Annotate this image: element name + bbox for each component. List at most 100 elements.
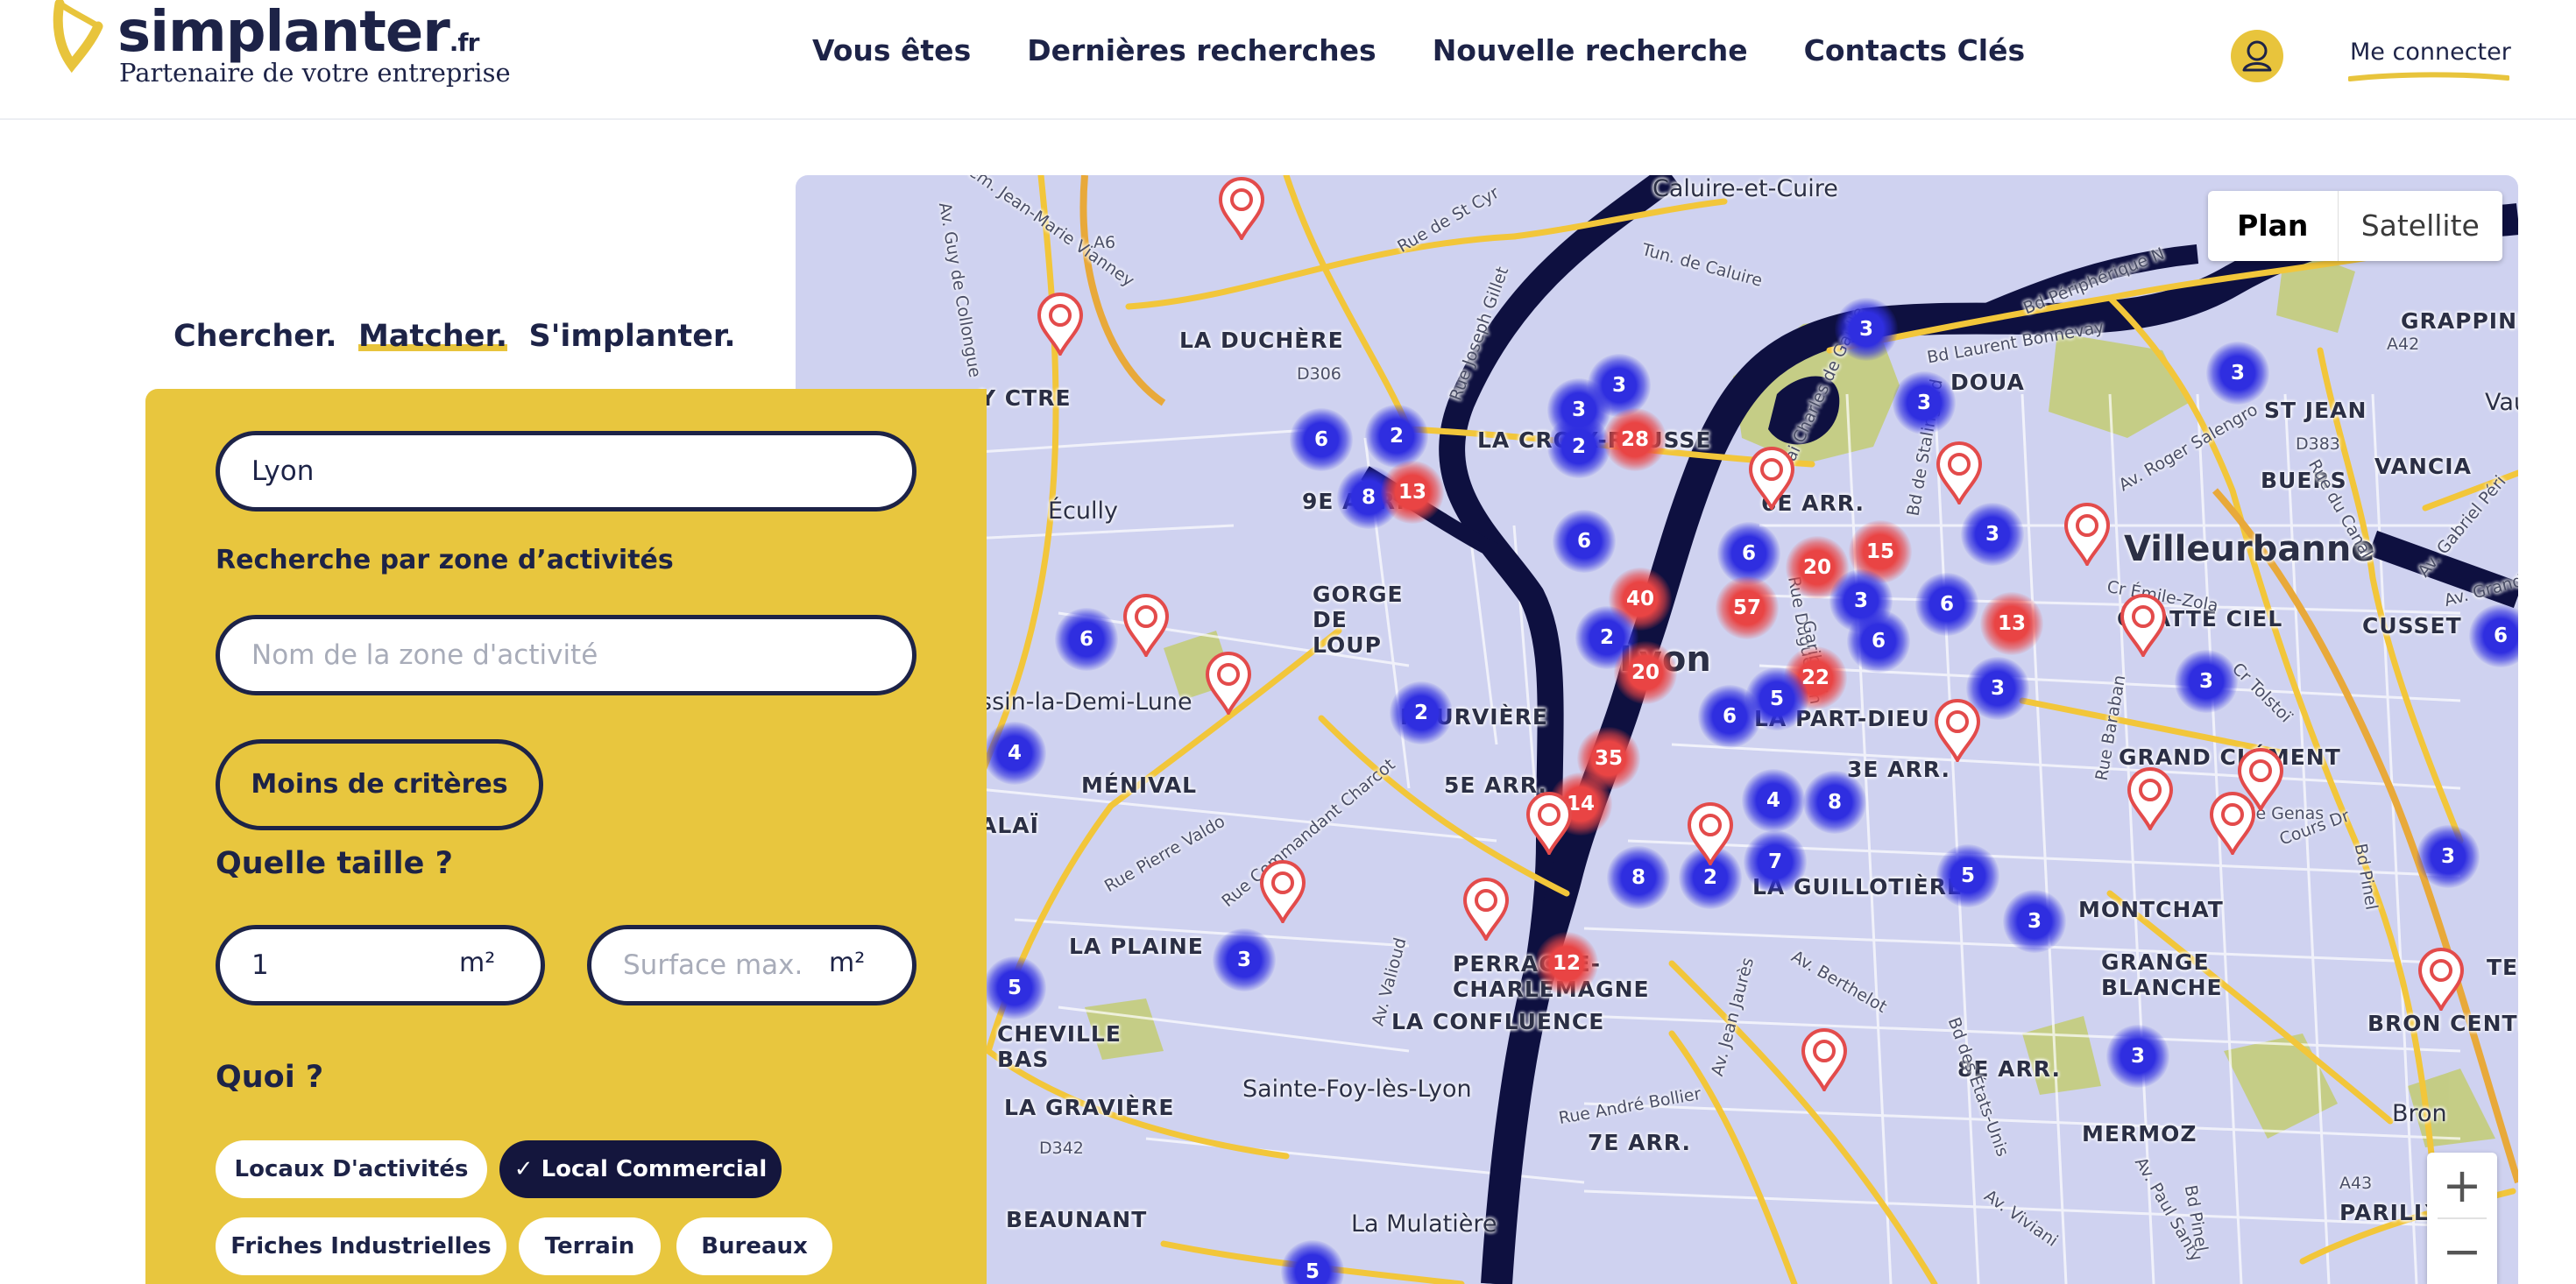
map-label: Sainte-Foy-lès-Lyon	[1242, 1076, 1472, 1103]
road-label: D342	[1039, 1139, 1084, 1158]
map-cluster-marker[interactable]: 5	[983, 956, 1046, 1019]
map-cluster-marker[interactable]: 3	[2417, 825, 2480, 888]
map-cluster-marker[interactable]: 12	[1535, 932, 1598, 995]
map-label: CUSSET	[2362, 613, 2462, 638]
map-label: Caluire-et-Cuire	[1652, 175, 1838, 202]
map-cluster-marker[interactable]: 4	[1742, 769, 1805, 832]
map-label: LA CONFLUENCE	[1391, 1009, 1605, 1034]
map-label: Bron	[2392, 1100, 2447, 1127]
map-label: Y CTRE	[980, 385, 1072, 411]
map-cluster-marker[interactable]: 3	[2106, 1025, 2169, 1088]
check-icon: ✓	[513, 1156, 541, 1182]
map-pin-icon[interactable]	[1525, 792, 1574, 855]
map-pin-icon[interactable]	[1122, 594, 1171, 657]
map-cluster-marker[interactable]: 13	[1381, 461, 1444, 524]
map-pin-icon[interactable]	[1935, 441, 1984, 504]
map-cluster-marker[interactable]: 6	[1055, 608, 1118, 671]
map-pin-icon[interactable]	[2417, 948, 2466, 1011]
map-pin-icon[interactable]	[1747, 447, 1796, 510]
map-pin-icon[interactable]	[1933, 699, 1982, 762]
results-map[interactable]: Caluire-et-Cuire LA DUCHÈRE Écully LA CR…	[796, 175, 2518, 1284]
map-cluster-marker[interactable]: 20	[1614, 641, 1677, 704]
map-cluster-marker[interactable]: 7	[1744, 830, 1807, 893]
map-label: GORGE DE LOUP	[1313, 582, 1404, 658]
type-chip-friches-industrielles[interactable]: Friches Industrielles	[216, 1217, 506, 1275]
map-cluster-marker[interactable]: 2	[1365, 405, 1428, 468]
surface-min-input[interactable]	[216, 925, 545, 1005]
map-cluster-marker[interactable]: 4	[983, 722, 1046, 785]
map-pin-icon[interactable]	[1217, 177, 1266, 240]
map-view-plan[interactable]: Plan	[2208, 191, 2339, 261]
map-label: DOUA	[1950, 370, 2025, 395]
what-title: Quoi ?	[216, 1060, 324, 1095]
map-cluster-marker[interactable]: 8	[1803, 771, 1866, 834]
map-cluster-marker[interactable]: 5	[1745, 667, 1808, 730]
road-label: D383	[2296, 434, 2340, 454]
location-input[interactable]	[216, 431, 916, 511]
map-pin-icon[interactable]	[1204, 652, 1253, 715]
map-cluster-marker[interactable]: 3	[1893, 371, 1956, 434]
map-pin-icon[interactable]	[2063, 503, 2112, 566]
zoom-out-button[interactable]: −	[2427, 1218, 2497, 1284]
map-label: MÉNIVAL	[1081, 773, 1198, 798]
map-label: ST JEAN	[2264, 398, 2367, 423]
map-view-toggle: Plan Satellite	[2208, 191, 2502, 261]
road-label: D306	[1297, 364, 1341, 384]
map-cluster-marker[interactable]: 3	[1835, 298, 1898, 361]
slogan-part-2: Matcher.	[357, 319, 508, 354]
map-label: BEAUNANT	[1006, 1207, 1148, 1232]
brand-wordmark: simplanter.fr	[117, 0, 479, 65]
map-pin-icon[interactable]	[2208, 792, 2257, 855]
map-label: Écully	[1048, 497, 1118, 525]
brand-logo[interactable]: simplanter.fr Partenaire de votre entrep…	[53, 0, 511, 109]
login-link[interactable]: Me connecter	[2350, 39, 2511, 66]
user-avatar[interactable]	[2231, 30, 2283, 82]
map-cluster-marker[interactable]: 3	[2206, 342, 2269, 405]
map-pin-icon[interactable]	[1800, 1028, 1849, 1091]
map-cluster-marker[interactable]: 3	[2003, 890, 2066, 953]
map-pin-icon[interactable]	[1258, 860, 1307, 923]
map-label: LA PLAINE	[1069, 934, 1204, 959]
zone-label: Recherche par zone d’activités	[216, 545, 674, 575]
map-view-satellite[interactable]: Satellite	[2339, 191, 2502, 261]
main-nav: Vous êtes Dernières recherches Nouvelle …	[812, 32, 2081, 74]
map-cluster-marker[interactable]: 13	[1980, 592, 2043, 655]
type-chip-terrain[interactable]: Terrain	[519, 1217, 661, 1275]
map-pin-icon[interactable]	[1036, 293, 1085, 356]
nav-contacts-cles[interactable]: Contacts Clés	[1804, 32, 2025, 74]
zone-input[interactable]	[216, 615, 916, 695]
map-pin-icon[interactable]	[1461, 878, 1511, 941]
map-cluster-marker[interactable]: 6	[1290, 408, 1353, 471]
type-chip-locaux-activites[interactable]: Locaux D'activités	[216, 1140, 487, 1198]
map-cluster-marker[interactable]: 28	[1603, 408, 1667, 471]
map-cluster-marker[interactable]: 5	[1936, 844, 1999, 907]
surface-max-input[interactable]	[587, 925, 916, 1005]
type-chip-bureaux[interactable]: Bureaux	[676, 1217, 832, 1275]
map-cluster-marker[interactable]: 6	[1915, 573, 1978, 636]
toggle-criteria-button[interactable]: Moins de critères	[216, 739, 543, 830]
site-header: simplanter.fr Partenaire de votre entrep…	[0, 0, 2576, 120]
map-cluster-marker[interactable]: 3	[1961, 503, 2024, 566]
map-cluster-marker[interactable]: 3	[1213, 928, 1276, 991]
map-cluster-marker[interactable]: 6	[1847, 610, 1910, 673]
map-label: GRAND CLÉMENT	[2119, 744, 2341, 770]
map-label: VANCIA	[2374, 454, 2472, 479]
map-label: Vaul	[2485, 389, 2518, 416]
type-chip-local-commercial[interactable]: ✓ Local Commercial	[499, 1140, 782, 1198]
nav-dernieres-recherches[interactable]: Dernières recherches	[1027, 32, 1376, 74]
map-cluster-marker[interactable]: 2	[1547, 415, 1610, 478]
map-pin-icon[interactable]	[2126, 767, 2175, 830]
zoom-in-button[interactable]: +	[2427, 1153, 2497, 1218]
nav-vous-etes[interactable]: Vous êtes	[812, 32, 971, 74]
map-cluster-marker[interactable]: 2	[1390, 681, 1453, 744]
map-cluster-marker[interactable]: 3	[2175, 650, 2238, 713]
map-pin-icon[interactable]	[1686, 802, 1735, 865]
nav-nouvelle-recherche[interactable]: Nouvelle recherche	[1433, 32, 1748, 74]
map-label: BRON CENTR	[2367, 1011, 2518, 1036]
map-cluster-marker[interactable]: 57	[1716, 576, 1779, 639]
map-pin-icon[interactable]	[2119, 594, 2168, 657]
map-label: GRAPPINIÈRE	[2401, 308, 2518, 334]
map-cluster-marker[interactable]: 8	[1607, 846, 1670, 909]
map-label: 7E ARR.	[1588, 1130, 1691, 1155]
map-cluster-marker[interactable]: 6	[1553, 510, 1616, 573]
